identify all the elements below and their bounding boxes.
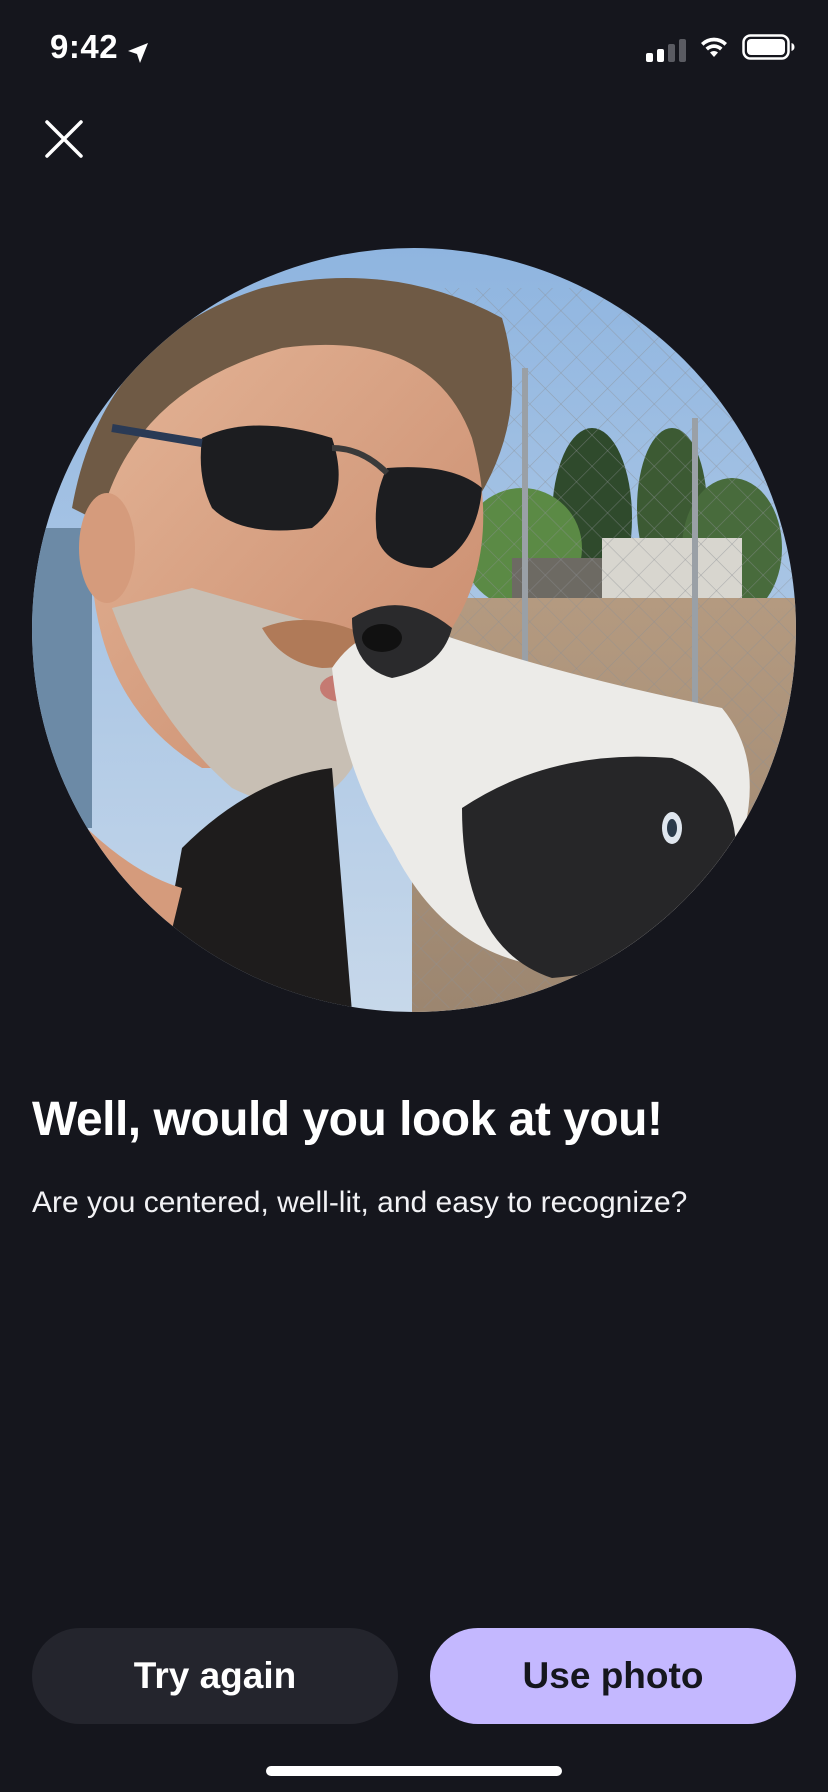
status-bar: 9:42 xyxy=(0,0,828,100)
headline: Well, would you look at you! xyxy=(32,1093,663,1146)
status-time: 9:42 xyxy=(50,28,150,66)
use-photo-button[interactable]: Use photo xyxy=(430,1628,796,1724)
try-again-button[interactable]: Try again xyxy=(32,1628,398,1724)
status-time-text: 9:42 xyxy=(50,28,119,65)
subtext: Are you centered, well-lit, and easy to … xyxy=(32,1186,688,1219)
location-arrow-icon xyxy=(126,35,150,63)
close-icon xyxy=(45,120,83,158)
close-button[interactable] xyxy=(40,115,88,163)
battery-icon xyxy=(742,34,796,65)
home-indicator[interactable] xyxy=(266,1766,562,1776)
status-indicators xyxy=(646,34,796,65)
selfie-photo xyxy=(32,248,796,1012)
photo-review-screen: 9:42 Well, would you look at you! Are yo… xyxy=(0,0,828,1792)
wifi-icon xyxy=(698,35,730,64)
photo-preview xyxy=(32,248,796,1012)
cellular-signal-icon xyxy=(646,38,686,62)
